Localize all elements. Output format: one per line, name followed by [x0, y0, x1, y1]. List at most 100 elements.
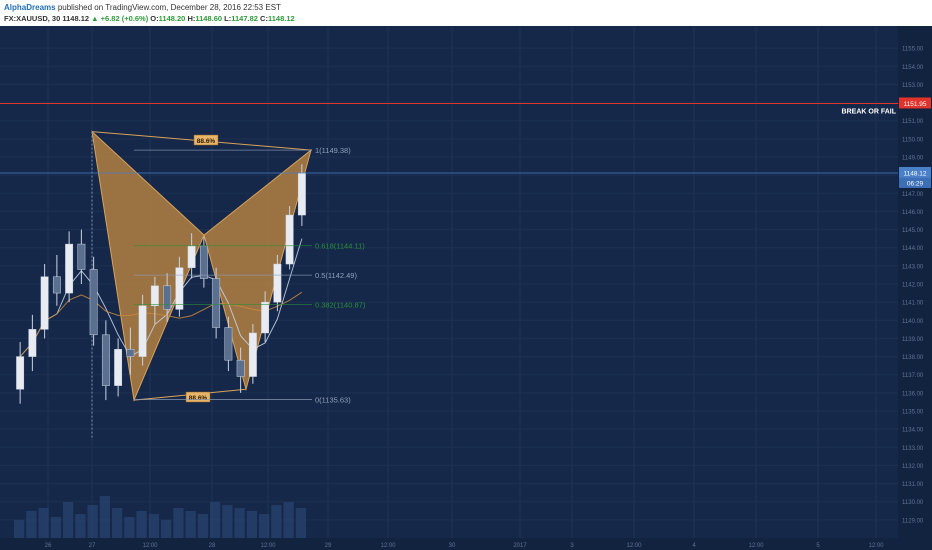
candle	[187, 245, 196, 268]
time-tick: 12:00	[868, 543, 884, 549]
time-tick: 12:00	[260, 543, 276, 549]
candle	[261, 301, 270, 334]
volume-bar	[38, 508, 49, 538]
candle	[175, 267, 184, 310]
price-tick: 1147.00	[902, 192, 924, 198]
volume-bar	[112, 508, 123, 538]
open-label: O:	[150, 14, 159, 23]
price-tick: 1142.00	[902, 283, 924, 289]
candle	[16, 356, 25, 390]
candle	[224, 327, 233, 361]
volume-bar	[87, 505, 98, 538]
volume-bar	[283, 502, 294, 538]
close-value: 1148.12	[267, 14, 295, 23]
candle	[52, 276, 61, 294]
price-change: ▲ +6.82 (+0.6%)	[91, 14, 149, 23]
fib-label: 0(1135.63)	[315, 396, 351, 405]
volume-bar	[75, 514, 86, 538]
price-tick: 1138.00	[902, 355, 924, 361]
time-tick: 12:00	[142, 543, 158, 549]
price-tick: 1136.00	[902, 391, 924, 397]
ratio-label-bottom: 88.6%	[189, 395, 208, 402]
publish-line: AlphaDreams published on TradingView.com…	[4, 2, 281, 13]
candle	[77, 243, 86, 270]
fib-label: 1(1149.38)	[315, 146, 351, 155]
price-tick: 1133.00	[902, 446, 924, 452]
volume-bar	[234, 508, 245, 538]
price-tick: 1139.00	[902, 337, 924, 343]
author-name[interactable]: AlphaDreams	[4, 3, 56, 12]
time-tick: 2017	[513, 543, 527, 549]
price-tick: 1146.00	[902, 210, 924, 216]
volume-bar	[246, 511, 257, 538]
price-tick: 1144.00	[902, 246, 924, 252]
chart-header: AlphaDreams published on TradingView.com…	[0, 0, 932, 26]
price-tick: 1135.00	[902, 410, 924, 416]
volume-bar	[26, 511, 37, 538]
volume-bar	[222, 505, 233, 538]
time-tick: 12:00	[748, 543, 764, 549]
open-value: 1148.20	[158, 14, 186, 23]
break-price-value: 1151.95	[903, 101, 926, 108]
candle	[65, 243, 74, 294]
price-tick: 1132.00	[902, 464, 924, 470]
price-tick: 1131.00	[902, 482, 924, 488]
last-price: 1148.12	[62, 14, 90, 23]
volume-bar	[173, 508, 184, 538]
time-axis[interactable]: 26 27 12:00 28 12:00 29 12:00 30 2017 3 12:00 4 12:0…	[0, 538, 898, 550]
current-price-value: 1148.12	[903, 170, 926, 177]
price-tick: 1150.00	[902, 137, 924, 143]
price-tick: 1149.00	[902, 156, 924, 162]
volume-bar	[99, 496, 110, 538]
candle	[138, 305, 147, 357]
published-text: published on TradingView.com, December 2…	[57, 3, 281, 12]
price-tick: 1153.00	[902, 83, 924, 89]
volume-bar	[148, 514, 159, 538]
price-tick: 1155.00	[902, 47, 924, 53]
volume-bar	[50, 517, 61, 538]
candle	[101, 334, 110, 386]
close-label: C:	[260, 14, 268, 23]
candle	[28, 329, 37, 357]
volume-bar	[197, 514, 208, 538]
candle	[285, 214, 294, 265]
candle	[236, 359, 245, 377]
volume-bar	[14, 520, 25, 538]
high-value: 1148.60	[195, 14, 223, 23]
volume-bar	[185, 511, 196, 538]
price-tick: 1151.00	[902, 119, 924, 125]
price-tick: 1130.00	[902, 500, 924, 506]
price-tick: 1154.00	[902, 65, 924, 71]
volume-bar	[210, 502, 221, 538]
price-tick: 1140.00	[902, 319, 924, 325]
candle	[163, 285, 172, 310]
price-axis[interactable]: 1155.001154.001153.001152.001151.001150.…	[898, 26, 932, 550]
volume-bar	[259, 514, 270, 538]
candle	[150, 285, 159, 307]
candle	[248, 332, 257, 377]
fib-label: 0.382(1140.87)	[315, 301, 366, 310]
low-value: 1147.82	[231, 14, 258, 23]
price-tick: 1129.00	[902, 518, 924, 524]
price-chart[interactable]: 88.6% 88.6% 1(1149.38) 0.618(1144.11) 0.5(1…	[0, 26, 932, 550]
candle	[89, 269, 98, 336]
price-tick: 1141.00	[902, 301, 924, 307]
volume-bar	[295, 508, 306, 538]
time-tick: 28	[209, 543, 216, 549]
time-tick: 29	[325, 543, 332, 549]
price-tick: 1143.00	[902, 264, 924, 270]
ratio-label-top: 88.6%	[197, 138, 216, 145]
candle	[40, 276, 49, 330]
volume-bar	[124, 517, 135, 538]
price-tick: 1134.00	[902, 428, 924, 434]
volume-bar	[271, 505, 282, 538]
fib-label: 0.5(1142.49)	[315, 271, 357, 280]
break-or-fail-label: BREAK OR FAIL	[842, 108, 897, 115]
ohlc-line: FX:XAUUSD, 30 1148.12 ▲ +6.82 (+0.6%) O:…	[4, 13, 295, 24]
volume-bar	[136, 511, 147, 538]
volume-bar	[63, 502, 74, 538]
fib-label: 0.618(1144.11)	[315, 242, 365, 251]
symbol-label: FX:XAUUSD, 30	[4, 14, 61, 23]
candle	[297, 172, 306, 216]
price-tick: 1145.00	[902, 228, 924, 234]
